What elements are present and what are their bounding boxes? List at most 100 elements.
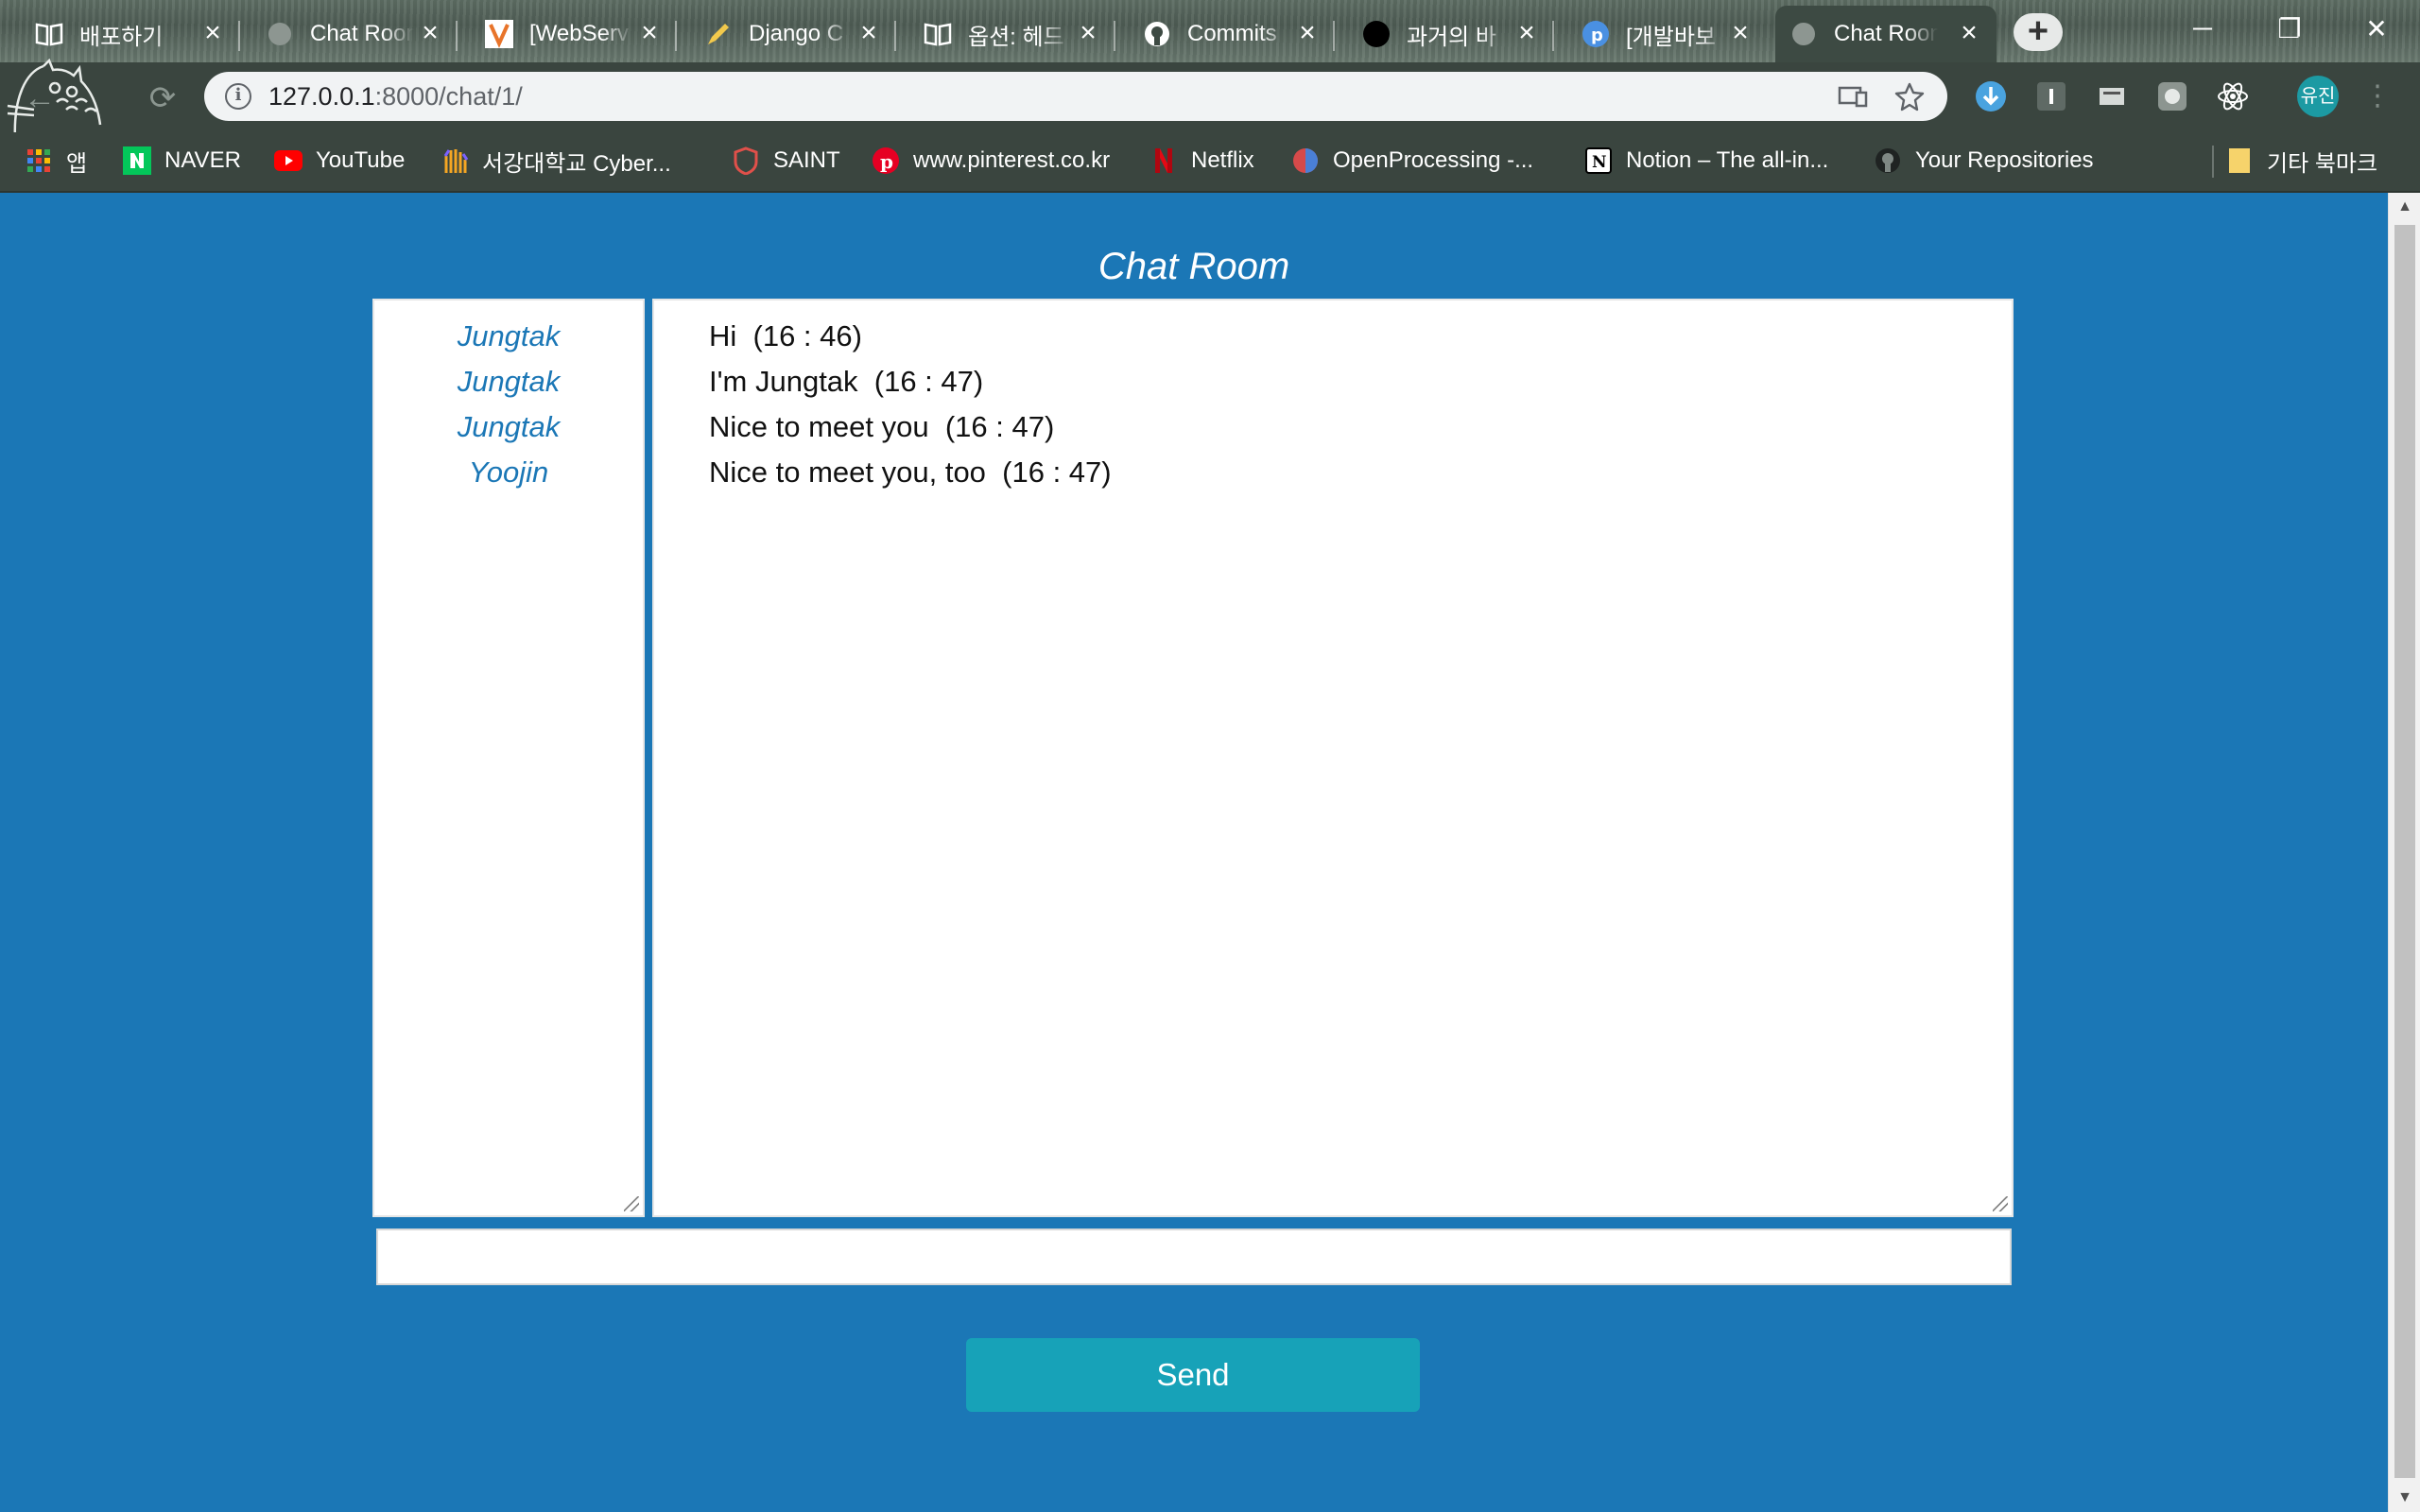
close-icon[interactable]: ×: [1955, 19, 1983, 47]
tab-title: Chat Room: [310, 21, 414, 46]
extension-circle-icon[interactable]: [2155, 79, 2189, 113]
chat-message: Nice to meet you, too (16 : 47): [709, 455, 1112, 489]
chat-page: Chat Room Jungtak Jungtak Jungtak Yoojin…: [0, 193, 2388, 1512]
address-bar[interactable]: i 127.0.0.1:8000/chat/1/: [204, 72, 1947, 121]
tab-title: Commits: [1187, 21, 1277, 46]
user-name: Jungtak: [457, 365, 561, 398]
tab-title: 옵션: 헤드: [968, 24, 1064, 50]
bookmark-naver[interactable]: NAVER: [123, 142, 241, 180]
apps-grid-icon: [25, 146, 53, 175]
bookmark-youtube[interactable]: YouTube: [274, 142, 405, 180]
scroll-up-arrow-icon[interactable]: ▲: [2389, 193, 2420, 221]
page-scrollbar[interactable]: ▲ ▼: [2388, 193, 2420, 1512]
github-icon: [1142, 19, 1172, 49]
close-icon[interactable]: ×: [1293, 19, 1322, 47]
restore-button[interactable]: ❐: [2246, 0, 2333, 57]
openprocessing-icon: [1291, 146, 1320, 175]
bookmark-your-repositories[interactable]: Your Repositories: [1874, 142, 2094, 180]
tab-title: 과거의 바: [1407, 24, 1496, 50]
tab-title: Chat Room: [1834, 21, 1938, 46]
page-title: Chat Room: [1098, 246, 1290, 287]
scroll-thumb[interactable]: [2394, 225, 2415, 1478]
browser-chrome: 배포하기 × Chat Room × [WebServ × Django C ×…: [0, 0, 2420, 193]
resize-handle[interactable]: [624, 1196, 639, 1211]
tab-title: [WebServ: [529, 21, 629, 46]
bookmark-openprocessing[interactable]: OpenProcessing -...: [1291, 142, 1533, 180]
send-button[interactable]: Send: [966, 1338, 1420, 1412]
tab-3[interactable]: [WebServ ×: [471, 6, 677, 62]
close-icon[interactable]: ×: [635, 19, 664, 47]
cast-icon[interactable]: [1838, 81, 1868, 112]
message-input[interactable]: [376, 1228, 2012, 1285]
url-text: 127.0.0.1:8000/chat/1/: [268, 82, 523, 111]
close-window-button[interactable]: ✕: [2333, 0, 2420, 57]
reload-button[interactable]: ⟳: [144, 79, 182, 117]
site-info-icon[interactable]: i: [225, 83, 251, 110]
user-name: Jungtak: [457, 410, 561, 443]
bookmark-notion[interactable]: N Notion – The all-in...: [1584, 142, 1828, 180]
tab-6[interactable]: Commits ×: [1129, 6, 1335, 62]
minimize-button[interactable]: ─: [2159, 0, 2246, 57]
book-icon: [34, 19, 64, 49]
bookmarks-divider: [2212, 146, 2214, 178]
chat-log-textarea[interactable]: Hi (16 : 46) I'm Jungtak (16 : 47) Nice …: [652, 299, 2014, 1217]
p-logo-icon: p: [1581, 19, 1611, 49]
other-bookmarks-folder[interactable]: 기타 북마크: [2225, 142, 2377, 180]
resize-handle[interactable]: [1993, 1196, 2008, 1211]
close-icon[interactable]: ×: [199, 19, 227, 47]
naver-icon: [123, 146, 151, 175]
tab-strip: 배포하기 × Chat Room × [WebServ × Django C ×…: [0, 0, 2420, 62]
chat-message: Hi (16 : 46): [709, 319, 862, 352]
book-icon: [923, 19, 953, 49]
black-circle-icon: [1361, 19, 1392, 49]
youtube-icon: [274, 146, 302, 175]
extension-i-icon[interactable]: [2034, 79, 2068, 113]
svg-text:p: p: [1591, 26, 1603, 45]
close-icon[interactable]: ×: [1074, 19, 1102, 47]
back-button[interactable]: ←: [21, 79, 59, 117]
bookmark-netflix[interactable]: Netflix: [1150, 142, 1254, 180]
tab-1[interactable]: 배포하기 ×: [21, 6, 240, 62]
tab-2[interactable]: Chat Room ×: [251, 6, 458, 62]
bookmark-apps[interactable]: 앱: [25, 142, 87, 180]
globe-icon: [1789, 19, 1819, 49]
folder-icon: [2225, 146, 2254, 175]
shield-icon: [732, 146, 760, 175]
tab-9-active[interactable]: Chat Room ×: [1775, 6, 1996, 62]
tab-title: [개발바보: [1626, 24, 1716, 50]
close-icon[interactable]: ×: [855, 19, 883, 47]
tab-4[interactable]: Django C ×: [690, 6, 896, 62]
bookmark-sogang-cyber[interactable]: 서강대학교 Cyber...: [441, 142, 671, 180]
close-icon[interactable]: ×: [1726, 19, 1754, 47]
react-devtools-icon[interactable]: [2216, 79, 2250, 113]
close-icon[interactable]: ×: [1512, 19, 1541, 47]
menu-kebab-icon[interactable]: ⋮: [2363, 77, 2392, 115]
svg-text:N: N: [1592, 153, 1607, 172]
github-icon: [1874, 146, 1902, 175]
download-extension-icon[interactable]: [1974, 79, 2008, 113]
globe-icon: [265, 19, 295, 49]
scroll-down-arrow-icon[interactable]: ▼: [2389, 1484, 2420, 1512]
bookmarks-bar: 앱 NAVER YouTube 서강대학교 Cyber... SAINT p w…: [0, 132, 2420, 193]
tab-8[interactable]: p [개발바보 ×: [1567, 6, 1768, 62]
chat-message: Nice to meet you (16 : 47): [709, 410, 1055, 443]
user-name: Jungtak: [457, 319, 561, 352]
pinterest-icon: p: [872, 146, 900, 175]
user-log-textarea[interactable]: Jungtak Jungtak Jungtak Yoojin: [372, 299, 645, 1217]
user-name: Yoojin: [468, 455, 549, 489]
netflix-icon: [1150, 146, 1178, 175]
v-logo-icon: [484, 19, 514, 49]
tab-title: Django C: [749, 21, 844, 46]
tab-7[interactable]: 과거의 바 ×: [1348, 6, 1554, 62]
profile-avatar[interactable]: 유진: [2297, 76, 2339, 117]
extension-reader-icon[interactable]: [2095, 79, 2129, 113]
tab-title: 배포하기: [79, 24, 164, 50]
close-icon[interactable]: ×: [416, 19, 444, 47]
new-tab-button[interactable]: +: [2014, 13, 2063, 51]
star-bookmark-icon[interactable]: [1894, 81, 1925, 112]
bookmark-pinterest[interactable]: p www.pinterest.co.kr: [872, 142, 1110, 180]
notion-icon: N: [1584, 146, 1613, 175]
svg-text:p: p: [880, 150, 893, 173]
bookmark-saint[interactable]: SAINT: [732, 142, 840, 180]
tab-5[interactable]: 옵션: 헤드 ×: [909, 6, 1115, 62]
